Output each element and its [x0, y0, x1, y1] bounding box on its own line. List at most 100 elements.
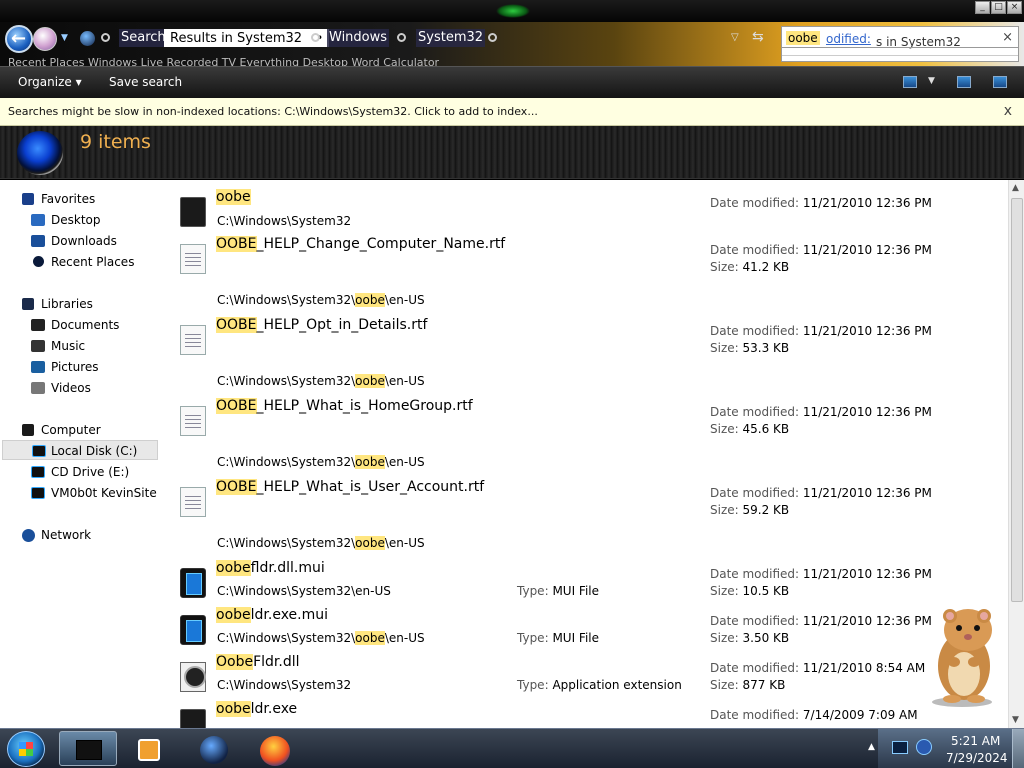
- search-input[interactable]: oobe odified: s in System32 ×: [781, 26, 1019, 62]
- nav-network-drive[interactable]: VM0b0t KevinSite: [0, 483, 172, 503]
- nav-desktop[interactable]: Desktop: [0, 210, 172, 230]
- file-type: Type: MUI File: [517, 631, 599, 645]
- date-modified: Date modified: 11/21/2010 8:54 AM: [710, 661, 925, 675]
- file-size: Size: 45.6 KB: [710, 422, 789, 436]
- nav-local-disk[interactable]: Local Disk (C:): [2, 440, 158, 460]
- close-infobar-icon[interactable]: x: [1004, 103, 1012, 119]
- title-address-bar: _ □ × ▼ Search Results in System32• Wind…: [0, 0, 1024, 66]
- file-name-rest: _HELP_What_is_User_Account.rtf: [256, 479, 485, 495]
- taskbar-firefox[interactable]: [246, 731, 304, 766]
- details-header: 9 items: [0, 126, 1024, 179]
- list-item[interactable]: OOBE_HELP_Change_Computer_Name.rtf Date …: [172, 230, 1008, 277]
- start-button[interactable]: [7, 731, 45, 767]
- nav-videos[interactable]: Videos: [0, 378, 172, 398]
- refresh-icon[interactable]: ⇆: [752, 29, 764, 45]
- file-size: Size: 53.3 KB: [710, 341, 789, 355]
- file-path: C:\Windows\System32: [217, 678, 352, 692]
- nav-favorites[interactable]: Favorites: [0, 189, 172, 209]
- maximize-button[interactable]: □: [991, 1, 1006, 14]
- breadcrumb-windows[interactable]: Windows: [327, 29, 390, 47]
- minimize-button[interactable]: _: [975, 1, 990, 14]
- index-warning-bar[interactable]: Searches might be slow in non-indexed lo…: [0, 98, 1024, 126]
- globe-browser-icon: [200, 736, 228, 764]
- view-chevron-down-icon[interactable]: ▼: [928, 76, 935, 86]
- file-path: C:\Windows\System32\oobe\en-US: [217, 536, 425, 550]
- change-view-icon[interactable]: [903, 76, 917, 88]
- file-name: OOBE_HELP_Change_Computer_Name.rtf: [216, 236, 505, 252]
- date-modified-label: Date modified:: [710, 405, 800, 419]
- list-item[interactable]: oobe C:\Windows\System32 Date modified: …: [172, 183, 1008, 230]
- nav-computer[interactable]: Computer: [0, 420, 172, 440]
- list-item[interactable]: OOBE_HELP_What_is_User_Account.rtf Date …: [172, 473, 1008, 520]
- scroll-up-icon[interactable]: ▲: [1012, 183, 1019, 193]
- network-tray-icon[interactable]: [892, 741, 908, 754]
- size-label: Size:: [710, 341, 739, 355]
- list-item[interactable]: OOBE_HELP_What_is_HomeGroup.rtf Date mod…: [172, 392, 1008, 439]
- recent-pages-chevron-down-icon[interactable]: ▼: [61, 33, 68, 43]
- nav-cd-drive[interactable]: CD Drive (E:): [0, 462, 172, 482]
- search-filter-link[interactable]: odified:: [826, 32, 871, 46]
- file-name-rest: fldr.dll.mui: [250, 560, 325, 576]
- nav-downloads[interactable]: Downloads: [0, 231, 172, 251]
- list-item[interactable]: OobeFldr.dll C:\Windows\System32 Type: A…: [172, 648, 1008, 695]
- list-item[interactable]: OOBE_HELP_Opt_in_Details.rtf Date modifi…: [172, 311, 1008, 358]
- explorer-window-icon: [76, 740, 102, 760]
- nav-libraries[interactable]: Libraries: [0, 294, 172, 314]
- file-name-rest: _HELP_Opt_in_Details.rtf: [256, 317, 428, 333]
- nav-documents[interactable]: Documents: [0, 315, 172, 335]
- preview-pane-icon[interactable]: [957, 76, 971, 88]
- list-item[interactable]: oobefldr.dll.mui C:\Windows\System32\en-…: [172, 554, 1008, 601]
- size-label: Size:: [710, 503, 739, 517]
- clear-search-icon[interactable]: ×: [1002, 30, 1013, 45]
- breadcrumb-search[interactable]: Search: [119, 29, 168, 47]
- size-value: 10.5 KB: [742, 584, 790, 598]
- close-button[interactable]: ×: [1007, 1, 1022, 14]
- nav-videos-label: Videos: [51, 381, 91, 395]
- type-label: Type:: [517, 631, 549, 645]
- show-desktop-button[interactable]: [1012, 729, 1024, 768]
- nav-pictures[interactable]: Pictures: [0, 357, 172, 377]
- clock-date[interactable]: 7/29/2024: [946, 751, 1008, 765]
- file-path: C:\Windows\System32\oobe\en-US: [217, 631, 425, 645]
- list-item[interactable]: oobeldr.exe Date modified: 7/14/2009 7:0…: [172, 695, 1008, 728]
- mui-file-icon: [180, 568, 206, 598]
- taskbar-ie[interactable]: [184, 731, 242, 766]
- nav-computer-label: Computer: [41, 423, 101, 437]
- date-modified-label: Date modified:: [710, 708, 800, 722]
- forward-arrow-icon[interactable]: [33, 27, 57, 51]
- help-icon[interactable]: [993, 76, 1007, 88]
- firefox-icon: [260, 736, 290, 766]
- save-search-button[interactable]: Save search: [109, 75, 182, 89]
- back-arrow-icon[interactable]: [5, 25, 33, 53]
- favorites-star-icon: [22, 193, 34, 205]
- nav-music[interactable]: Music: [0, 336, 172, 356]
- taskbar-media-player[interactable]: [121, 731, 179, 766]
- nav-music-label: Music: [51, 339, 86, 353]
- taskbar-explorer[interactable]: [59, 731, 117, 766]
- clock-time[interactable]: 5:21 AM: [951, 734, 1000, 748]
- tray-expand-icon[interactable]: ▲: [868, 742, 875, 752]
- breadcrumb-separator-icon[interactable]: [488, 33, 497, 42]
- breadcrumb-system32[interactable]: System32: [416, 29, 486, 47]
- scroll-down-icon[interactable]: ▼: [1012, 715, 1019, 725]
- path-match: oobe: [355, 293, 385, 307]
- breadcrumb-separator-icon[interactable]: [311, 33, 320, 42]
- list-item[interactable]: oobeldr.exe.mui C:\Windows\System32\oobe…: [172, 601, 1008, 648]
- vertical-scrollbar[interactable]: ▲ ▼: [1008, 180, 1024, 728]
- date-modified-label: Date modified:: [710, 324, 800, 338]
- breadcrumb-separator-icon[interactable]: [101, 33, 110, 42]
- breadcrumb-results[interactable]: Results in System32 •: [164, 29, 330, 47]
- volume-tray-icon[interactable]: [916, 739, 932, 755]
- scroll-thumb[interactable]: [1011, 198, 1023, 602]
- address-chevron-down-icon[interactable]: ▽: [731, 32, 739, 43]
- size-label: Size:: [710, 678, 739, 692]
- date-modified-label: Date modified:: [710, 567, 800, 581]
- computer-icon: [22, 424, 34, 436]
- breadcrumb-separator-icon[interactable]: [397, 33, 406, 42]
- nav-recent-places[interactable]: Recent Places: [0, 252, 172, 272]
- nav-network[interactable]: Network: [0, 525, 172, 545]
- type-value: Application extension: [552, 678, 682, 692]
- path-suffix: \en-US: [384, 536, 425, 550]
- type-value: MUI File: [552, 584, 600, 598]
- organize-button[interactable]: Organize ▾: [18, 75, 82, 89]
